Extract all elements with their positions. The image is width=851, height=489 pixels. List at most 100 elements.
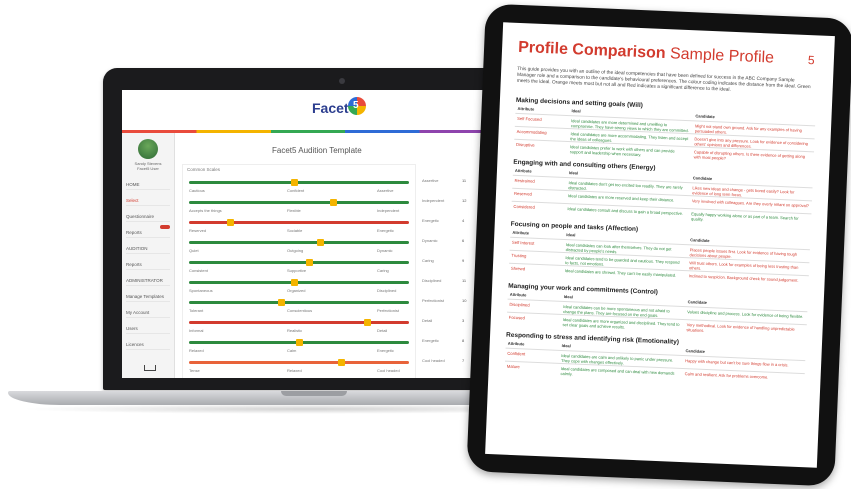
competency-section: Engaging with and consulting others (Ene… [511,159,813,228]
sidebar-item[interactable]: Reports [126,229,170,238]
ideal-cell: Ideal candidates are more organized and … [562,316,680,330]
sidebar-item[interactable]: My Account [126,309,170,318]
score-value: 7 [462,358,465,363]
sidebar-item[interactable]: Manage Templates [126,293,170,302]
scale-label-mid: Confident [287,188,305,193]
table-header: Ideal [568,170,579,176]
table-header: Attribute [507,340,525,347]
scale-marker[interactable] [295,339,303,346]
sidebar-item[interactable]: Select [126,197,170,206]
score-label: Perfectionist [422,298,445,303]
scale-label-right: Disciplined [377,288,397,293]
score-label: Energetic [422,338,439,343]
scale-marker[interactable] [306,259,314,266]
table-header: Candidate [690,237,710,244]
top-bar: Facet 5 [122,90,494,131]
scale-label-mid: Calm [287,348,297,353]
sidebar-item[interactable]: ADMINISTRATOR [126,277,170,286]
laptop-screen: Facet 5 Sandy Stevens Facet5 User HOME Se… [122,90,494,378]
comparison-table: Attribute Ideal Candidate Self Interest Idea… [508,230,811,290]
scale-marker[interactable] [338,359,346,366]
score-value: 9 [462,258,465,263]
scale-marker[interactable] [291,279,299,286]
scale-row: Tense Relaxed Cool headed [187,355,411,378]
laptop-notch [281,391,347,396]
table-header: Candidate [692,175,713,182]
scale-label-right: Energetic [377,348,394,353]
score-value: 10 [462,298,467,303]
scale-marker[interactable] [363,319,371,326]
facet5-logo-mark-icon: 5 [348,97,366,115]
attribute-cell: Focused [508,314,525,321]
tablet-device: Profile Comparison Sample Profile 5 This… [466,3,851,487]
scale-label-mid: Organized [287,288,306,293]
sidebar-item[interactable]: HOME [126,181,170,190]
sidebar-item[interactable]: Licences [126,341,170,350]
table-header: Candidate [695,113,715,120]
competency-section: Focusing on people and tasks (Affection)… [508,221,811,290]
brand-color-stripe [122,130,494,133]
score-label: Dynamic [422,238,438,243]
score-value: 3 [462,318,465,323]
scale-bar [189,261,409,264]
intro-paragraph: This guide provides you with an outline … [516,66,811,93]
candidate-cell: Calm and resilient. Ask for problems ove… [684,371,769,380]
scale-label-mid: Realistic [287,328,303,333]
select-toggle[interactable] [160,225,170,229]
score-value: 6 [462,238,465,243]
scale-label-right: Energetic [377,228,394,233]
attribute-cell: Considered [513,203,535,210]
score-label: Caring [422,258,434,263]
sidebar-item[interactable]: Users [126,325,170,334]
document-title: Profile Comparison Sample Profile [517,38,775,67]
scale-marker[interactable] [278,299,286,306]
attribute-cell: Accommodating [516,128,547,136]
attribute-cell: Disciplined [509,301,530,308]
sidebar-item[interactable]: Questionnaire [126,213,170,222]
candidate-cell: Inclined to suspicion. Background check … [688,273,799,283]
scale-marker[interactable] [291,179,299,186]
scale-marker[interactable] [316,239,324,246]
scale-bar [189,221,409,224]
attribute-cell: Mature [506,363,520,370]
candidate-cell: Values discipline and process. Look for … [687,309,804,320]
scale-marker[interactable] [329,199,337,206]
scale-marker[interactable] [227,219,235,226]
avatar[interactable] [138,139,158,159]
attribute-cell: Self Focused [517,115,542,122]
candidate-cell: Happy with change but can't be sure thin… [685,358,789,368]
ideal-cell: Ideal candidates prefer to work with oth… [569,144,675,158]
page-title: Facet5 Audition Template [272,146,362,155]
table-header: Attribute [517,105,535,112]
scale-label-left: Consistent [189,268,208,273]
score-label: Assertive [422,178,439,183]
scale-bar [189,281,409,284]
scale-label-mid: Sociable [287,228,303,233]
scale-label-left: Reserved [189,228,207,233]
candidate-cell: Capable of disrupting others. Is there e… [693,149,806,161]
attribute-cell: Trusting [511,252,527,259]
comparison-table: Attribute Ideal Candidate Self Focused Ideal… [513,105,816,166]
scale-label-mid: Relaxed [287,368,302,373]
screen-icon[interactable] [144,365,156,371]
scale-bar [189,301,409,304]
score-label: Detail [422,318,433,323]
competency-section: Making decisions and setting goals (Will… [513,97,816,166]
attribute-cell: Self Interest [511,239,535,246]
score-label: Cool headed [422,358,445,363]
scale-label-right: Detail [377,328,388,333]
sidebar-item[interactable]: AUDITION [126,245,170,254]
scale-label-mid: Outgoing [287,248,304,253]
score-label: Disciplined [422,278,442,283]
scale-label-right: Assertive [377,188,394,193]
tablet-screen: Profile Comparison Sample Profile 5 This… [485,22,835,468]
scale-bar [189,181,409,184]
competency-section: Responding to stress and identifying ris… [504,332,806,388]
scale-label-left: Cautious [189,188,205,193]
scale-label-left: Relaxed [189,348,204,353]
score-value: 4 [462,218,465,223]
sidebar: Sandy Stevens Facet5 User HOME Select Ques… [122,133,175,378]
sidebar-item[interactable]: Reports [126,261,170,270]
page-number: 5 [807,53,815,68]
score-value: 11 [462,178,467,183]
